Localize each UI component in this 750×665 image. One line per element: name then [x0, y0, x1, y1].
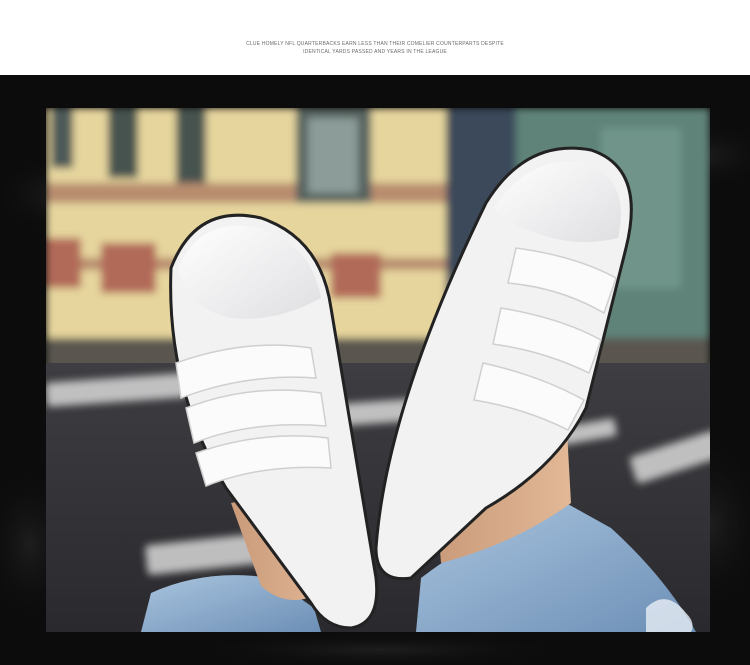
photo-image: [46, 108, 710, 632]
product-photo: [46, 108, 710, 632]
caption-line-2: IDENTICAL YARDS PASSED AND YEARS IN THE …: [303, 49, 447, 55]
caption-line-1: CLUE HOMELY NFL QUARTERBACKS EARN LESS T…: [246, 41, 504, 47]
caption-text: CLUE HOMELY NFL QUARTERBACKS EARN LESS T…: [0, 40, 750, 56]
black-brush-frame: [0, 75, 750, 665]
top-white-band: CLUE HOMELY NFL QUARTERBACKS EARN LESS T…: [0, 0, 750, 75]
